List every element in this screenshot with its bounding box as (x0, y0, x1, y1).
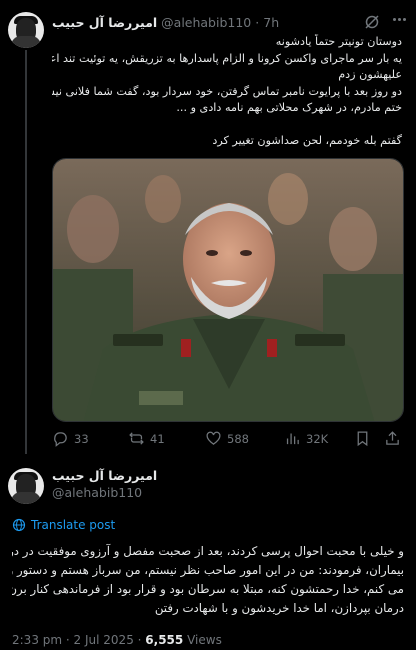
views-label: Views (187, 633, 222, 647)
bookmark-icon (357, 431, 368, 447)
post-text-line: دو روز بعد با پرایوت نامبر تماس گرفتن، خ… (52, 84, 402, 98)
post-meta: 2:33 pm · 2 Jul 2025 · 6,555 Views (12, 633, 222, 647)
views-button[interactable]: 32K (284, 430, 328, 447)
translate-post-link[interactable]: Translate post (12, 518, 115, 532)
bookmark-button[interactable] (354, 430, 371, 447)
post-text: دوستان تونیتر حتماً یادشونه یه بار سر ما… (52, 34, 402, 149)
post-text-line: گفتم بله خودمم، لحن صداشون تغییر کرد (212, 133, 402, 147)
share-icon (386, 431, 399, 445)
thread-line (25, 50, 27, 454)
handle[interactable]: @alehabib110 (161, 15, 251, 30)
translate-label[interactable]: Translate post (31, 518, 115, 532)
heart-icon (206, 431, 221, 445)
post-text-line: می کنم، خدا رحمتشون کنه، مبتلا به سرطان … (12, 582, 404, 596)
post-image[interactable] (52, 158, 404, 422)
post-text-line: بیماران، فرمودند: من در این امور صاحب نظ… (12, 563, 404, 577)
post-time[interactable]: 2:33 pm (12, 633, 62, 647)
comment-icon (54, 432, 67, 447)
display-name[interactable]: امیررضا آل حبیب (52, 15, 157, 30)
like-button[interactable]: 588 (205, 430, 249, 447)
post-actions: 33 41 588 32K (52, 430, 404, 452)
post-text-line: و خیلی با محبت احوال پرسی کردند، بعد از … (12, 544, 404, 558)
post-text-line: دوستان تونیتر حتماً یادشونه (275, 35, 402, 48)
display-name[interactable]: امیررضا آل حبیب (52, 468, 157, 483)
avatar[interactable] (8, 12, 44, 48)
post-header: امیررضا آل حبیب @alehabib110 · 7h (52, 12, 388, 32)
post-text-line: درمان بپردازن، اما خدا خریدشون و با شهاد… (154, 601, 404, 615)
views-count: 6,555 (145, 633, 184, 647)
share-button[interactable] (384, 430, 401, 447)
repost-button[interactable]: 41 (128, 430, 165, 447)
post-text: و خیلی با محبت احوال پرسی کردند، بعد از … (12, 542, 404, 618)
globe-icon (12, 518, 26, 532)
post-text-line: یه بار سر ماجرای واکسن کرونا و الزام پاس… (52, 51, 402, 65)
views-count: 32K (306, 431, 329, 446)
repost-count: 41 (150, 431, 165, 446)
reply-button[interactable]: 33 (52, 430, 89, 447)
separator-dot: · (65, 633, 74, 647)
bar-chart-icon (286, 433, 299, 445)
post-text-line: ختم مادرم، در شهرک محلاتی بهم نامه دادی … (176, 101, 402, 114)
more-icon[interactable] (393, 18, 406, 21)
grok-icon[interactable] (364, 14, 380, 30)
handle[interactable]: @alehabib110 (52, 485, 157, 500)
avatar[interactable] (8, 468, 44, 504)
post-date[interactable]: 2 Jul 2025 (74, 633, 134, 647)
separator-dot: · (255, 14, 260, 30)
reply-count: 33 (74, 431, 89, 446)
post-header: امیررضا آل حبیب @alehabib110 (52, 468, 157, 500)
post-text-line: علیهشون زدم (338, 68, 402, 81)
repost-icon (129, 432, 144, 445)
like-count: 588 (227, 431, 249, 446)
post-time[interactable]: 7h (263, 15, 279, 30)
